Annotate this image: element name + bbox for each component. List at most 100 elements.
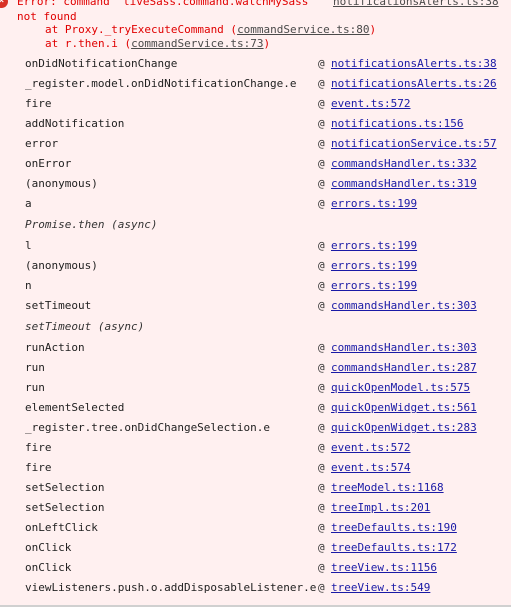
at-symbol: @ — [318, 401, 325, 414]
stack-frame-row: n @ errors.ts:199 — [0, 276, 511, 296]
at-symbol: @ — [318, 57, 325, 70]
at-symbol: @ — [318, 381, 325, 394]
source-link[interactable]: event.ts:572 — [331, 438, 410, 458]
stack-frame-row: onClick @ treeDefaults.ts:172 — [0, 538, 511, 558]
stack-frame-row: (anonymous) @ errors.ts:199 — [0, 256, 511, 276]
source-link[interactable]: event.ts:574 — [331, 458, 410, 478]
error-message-header: × Error: command 'liveSass.command.watch… — [0, 0, 511, 55]
source-link[interactable]: treeView.ts:1156 — [331, 558, 437, 578]
function-name: run — [25, 381, 45, 394]
stack-frame-row: onLeftClick @ treeDefaults.ts:190 — [0, 518, 511, 538]
source-link[interactable]: notifications.ts:156 — [331, 114, 463, 134]
source-link[interactable]: commandsHandler.ts:303 — [331, 296, 477, 316]
at-symbol: @ — [318, 481, 325, 494]
stack-frame-row: a @ errors.ts:199 — [0, 194, 511, 214]
stack-frame-row: onClick @ treeView.ts:1156 — [0, 558, 511, 578]
at-symbol: @ — [318, 117, 325, 130]
stack-line-prefix: at Proxy._tryExecuteCommand ( — [45, 23, 238, 36]
source-link[interactable]: treeModel.ts:1168 — [331, 478, 444, 498]
at-symbol: @ — [318, 341, 325, 354]
at-symbol: @ — [318, 501, 325, 514]
stack-frame-row: onDidNotificationChange @ notificationsAle… — [0, 54, 511, 74]
at-symbol: @ — [318, 581, 325, 594]
stack-frame-row: viewListeners.push.o.addDisposableListen… — [0, 578, 511, 598]
stack-frame-row: setTimeout @ commandsHandler.ts:303 — [0, 296, 511, 316]
error-message-line: Error: command 'liveSass.command.watchMy… — [17, 0, 316, 8]
async-separator: setTimeout (async) — [0, 316, 511, 338]
source-link[interactable]: quickOpenWidget.ts:283 — [331, 418, 477, 438]
source-link[interactable]: treeDefaults.ts:172 — [331, 538, 457, 558]
at-symbol: @ — [318, 279, 325, 292]
function-name: (anonymous) — [25, 177, 98, 190]
function-name: fire — [25, 461, 52, 474]
function-name: onClick — [25, 561, 72, 574]
function-name: setSelection — [25, 481, 105, 494]
source-link[interactable]: event.ts:572 — [331, 94, 410, 114]
async-label: setTimeout (async) — [25, 320, 145, 333]
source-link[interactable]: commandService.ts:73 — [131, 37, 263, 50]
stack-line-prefix: at r.then.i ( — [45, 37, 132, 50]
source-link[interactable]: treeDefaults.ts:190 — [331, 518, 457, 538]
source-link[interactable]: quickOpenModel.ts:575 — [331, 378, 470, 398]
function-name: elementSelected — [25, 401, 125, 414]
at-symbol: @ — [318, 561, 325, 574]
function-name: (anonymous) — [25, 259, 98, 272]
at-symbol: @ — [318, 541, 325, 554]
stack-frame-row: l @ errors.ts:199 — [0, 236, 511, 256]
stack-frame-row: fire @ event.ts:574 — [0, 458, 511, 478]
console-panel: × Error: command 'liveSass.command.watch… — [0, 0, 511, 607]
stack-frame-row: fire @ event.ts:572 — [0, 94, 511, 114]
at-symbol: @ — [318, 421, 325, 434]
stack-frame-row: addNotification @ notifications.ts:156 — [0, 114, 511, 134]
source-link[interactable]: commandsHandler.ts:287 — [331, 358, 477, 378]
function-name: l — [25, 239, 32, 252]
source-link[interactable]: quickOpenWidget.ts:561 — [331, 398, 477, 418]
function-name: runAction — [25, 341, 85, 354]
source-link[interactable]: notificationService.ts:57 — [331, 134, 497, 154]
source-link[interactable]: treeView.ts:549 — [331, 578, 430, 598]
at-symbol: @ — [318, 157, 325, 170]
stack-frame-row: setSelection @ treeModel.ts:1168 — [0, 478, 511, 498]
async-separator: Promise.then (async) — [0, 214, 511, 236]
at-symbol: @ — [318, 177, 325, 190]
error-message-line: not found — [17, 10, 77, 23]
function-name: run — [25, 361, 45, 374]
function-name: onDidNotificationChange — [25, 57, 178, 70]
source-link[interactable]: commandsHandler.ts:303 — [331, 338, 477, 358]
source-link[interactable]: treeImpl.ts:201 — [331, 498, 430, 518]
source-link[interactable]: notificationsAlerts.ts:26 — [331, 74, 497, 94]
stack-line: at r.then.i (commandService.ts:73) — [45, 37, 270, 50]
async-label: Promise.then (async) — [25, 218, 158, 231]
source-link[interactable]: errors.ts:199 — [331, 194, 417, 214]
stack-frame-row: runAction @ commandsHandler.ts:303 — [0, 338, 511, 358]
stack-line-suffix: ) — [369, 23, 377, 36]
source-link[interactable]: commandsHandler.ts:332 — [331, 154, 477, 174]
stack-frame-row: _register.model.onDidNotificationChange.… — [0, 74, 511, 94]
at-symbol: @ — [318, 197, 325, 210]
function-name: onClick — [25, 541, 72, 554]
at-symbol: @ — [318, 239, 325, 252]
source-link[interactable]: errors.ts:199 — [331, 276, 417, 296]
stack-line-suffix: ) — [263, 37, 271, 50]
at-symbol: @ — [318, 77, 325, 90]
at-symbol: @ — [318, 137, 325, 150]
source-link[interactable]: notificationsAlerts.ts:38 — [333, 0, 499, 8]
function-name: onLeftClick — [25, 521, 98, 534]
source-link[interactable]: commandService.ts:80 — [237, 23, 369, 36]
source-link[interactable]: notificationsAlerts.ts:38 — [331, 54, 497, 74]
stack-frame-row: (anonymous) @ commandsHandler.ts:319 — [0, 174, 511, 194]
source-link[interactable]: errors.ts:199 — [331, 256, 417, 276]
function-name: n — [25, 279, 32, 292]
stack-frame-row: error @ notificationService.ts:57 — [0, 134, 511, 154]
source-link[interactable]: errors.ts:199 — [331, 236, 417, 256]
at-symbol: @ — [318, 361, 325, 374]
stack-frame-row: run @ commandsHandler.ts:287 — [0, 358, 511, 378]
function-name: addNotification — [25, 117, 125, 130]
function-name: fire — [25, 97, 52, 110]
stack-frame-row: setSelection @ treeImpl.ts:201 — [0, 498, 511, 518]
at-symbol: @ — [318, 259, 325, 272]
source-link[interactable]: commandsHandler.ts:319 — [331, 174, 477, 194]
function-name: _register.model.onDidNotificationChange.… — [25, 77, 297, 90]
stack-frame-row: run @ quickOpenModel.ts:575 — [0, 378, 511, 398]
error-icon: × — [0, 0, 8, 8]
